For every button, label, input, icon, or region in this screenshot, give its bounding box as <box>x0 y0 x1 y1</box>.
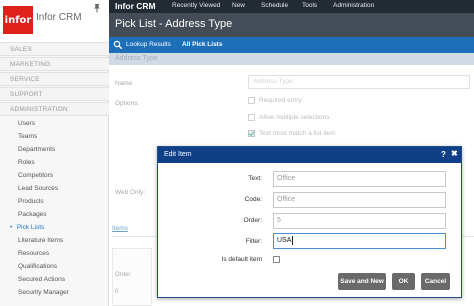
nav-administration[interactable]: Administration <box>333 2 374 9</box>
sidebar-item-packages[interactable]: Packages <box>0 209 109 221</box>
default-item-label: Is default item <box>221 256 262 263</box>
text-caret <box>292 235 294 245</box>
nav-section-service[interactable]: SERVICE <box>0 72 109 86</box>
tab-lookup-results[interactable]: Lookup Results <box>126 41 171 48</box>
default-item-checkbox[interactable] <box>273 256 280 263</box>
order-label: Order: <box>243 217 262 224</box>
close-icon[interactable]: ✖ <box>451 149 458 158</box>
sidebar-item-products[interactable]: Products <box>0 196 109 208</box>
page-title: Pick List - Address Type <box>115 18 233 30</box>
active-bullet-icon: • <box>10 224 13 231</box>
sidebar-item-competitors[interactable]: Competitors <box>0 170 109 182</box>
sidebar-item-label: Pick Lists <box>16 224 45 231</box>
top-nav-bar: Infor CRM Recently Viewed New Schedule T… <box>109 0 474 13</box>
cancel-button[interactable]: Cancel <box>421 273 450 290</box>
text-label: Text: <box>248 175 262 182</box>
help-icon[interactable]: ? <box>441 150 446 159</box>
dialog-header: Edit Item ? ✖ <box>158 147 461 163</box>
sidebar-item-literature-items[interactable]: Literature Items <box>0 235 109 247</box>
sidebar-item-teams[interactable]: Teams <box>0 131 109 143</box>
nav-section-support[interactable]: SUPPORT <box>0 87 109 101</box>
edit-item-dialog: Edit Item ? ✖ Text: Office Code: Office … <box>157 146 462 298</box>
brand-title: Infor CRM <box>115 1 156 11</box>
nav-new[interactable]: New <box>232 2 245 9</box>
filter-label: Filter: <box>245 238 262 245</box>
search-icon[interactable] <box>113 40 123 50</box>
sidebar-item-security-manager[interactable]: Security Manager <box>0 287 109 299</box>
sidebar-item-secured-actions[interactable]: Secured Actions <box>0 274 109 286</box>
dialog-title: Edit Item <box>164 151 192 158</box>
code-label: Code: <box>244 196 262 203</box>
logo-area: infor Infor CRM <box>0 0 109 42</box>
nav-section-administration[interactable]: ADMINISTRATION <box>0 102 109 116</box>
nav-schedule[interactable]: Schedule <box>261 2 288 9</box>
sidebar-item-users[interactable]: Users <box>0 118 109 130</box>
text-input[interactable]: Office <box>273 171 446 187</box>
nav-section-sales[interactable]: SALES <box>0 42 109 56</box>
nav-section-marketing[interactable]: MARKETING <box>0 57 109 71</box>
sidebar-item-departments[interactable]: Departments <box>0 144 109 156</box>
sidebar-item-roles[interactable]: Roles <box>0 157 109 169</box>
tab-bar: Lookup Results All Pick Lists <box>109 37 474 53</box>
nav-recently-viewed[interactable]: Recently Viewed <box>172 2 220 9</box>
infor-logo: infor <box>3 6 33 34</box>
ok-button[interactable]: OK <box>392 273 415 290</box>
code-input[interactable]: Office <box>273 192 446 208</box>
sidebar: infor Infor CRM SALES MARKETING SERVICE … <box>0 0 109 306</box>
app-name: Infor CRM <box>36 12 82 23</box>
sidebar-item-qualifications[interactable]: Qualifications <box>0 261 109 273</box>
pin-icon[interactable] <box>92 3 102 13</box>
tab-all-pick-lists[interactable]: All Pick Lists <box>182 41 222 48</box>
sidebar-item-lead-sources[interactable]: Lead Sources <box>0 183 109 195</box>
order-input[interactable]: 5 <box>273 213 446 229</box>
filter-input[interactable]: USA <box>273 233 446 249</box>
sidebar-item-pick-lists[interactable]: • Pick Lists <box>0 222 109 234</box>
sidebar-item-resources[interactable]: Resources <box>0 248 109 260</box>
filter-value: USA <box>277 237 292 244</box>
save-and-new-button[interactable]: Save and New <box>338 273 386 290</box>
title-bar: Pick List - Address Type <box>109 13 474 37</box>
nav-tools[interactable]: Tools <box>302 2 317 9</box>
